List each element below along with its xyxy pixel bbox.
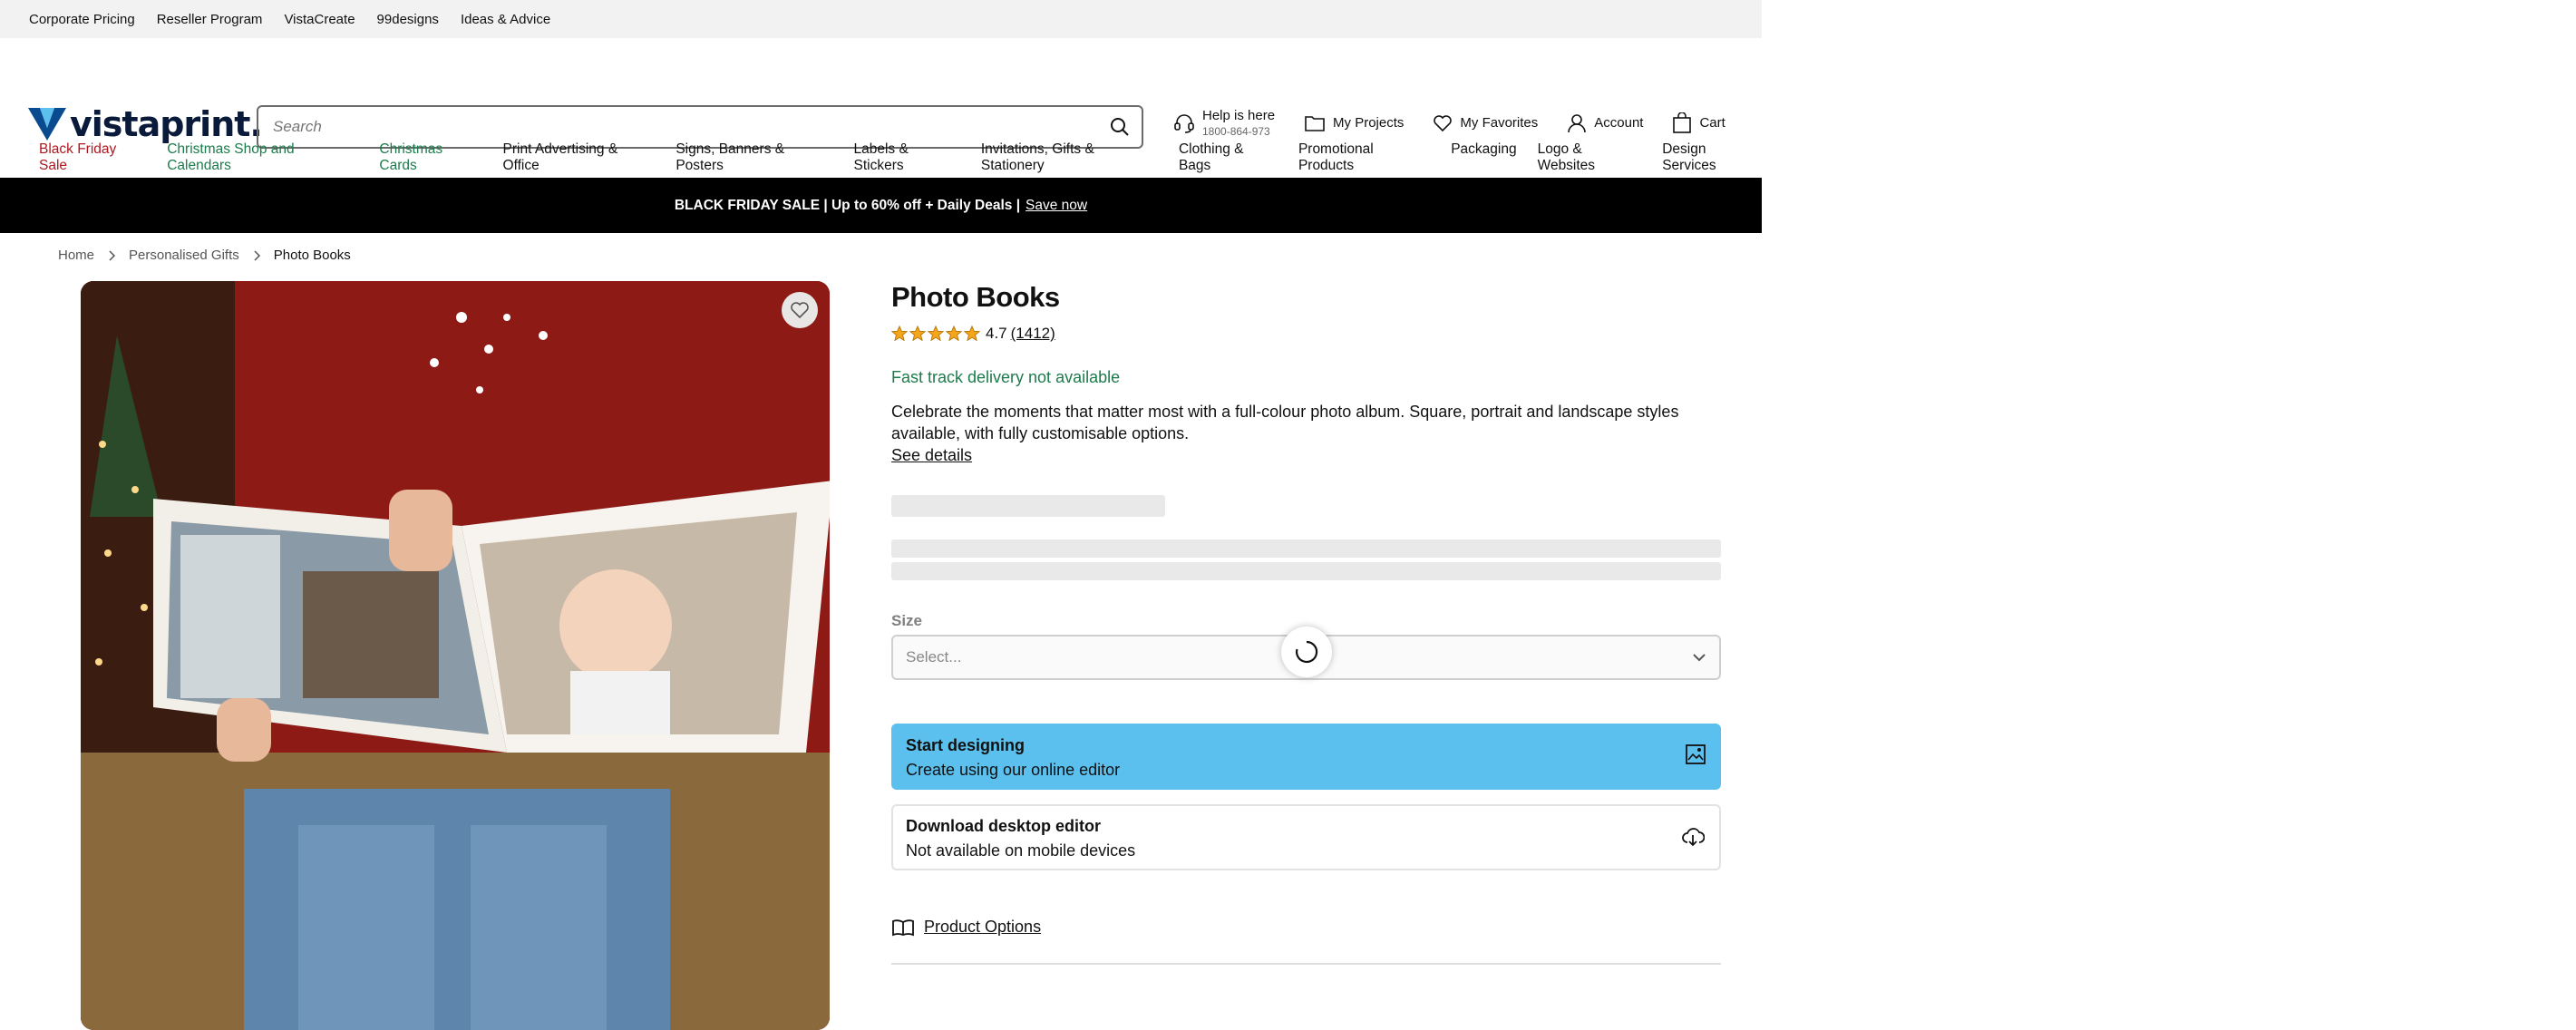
nav-item-clothing-bags[interactable]: Clothing & Bags	[1179, 141, 1278, 174]
help-label: Help is here	[1202, 108, 1276, 123]
nav-item-signs-banners[interactable]: Signs, Banners & Posters	[676, 141, 832, 174]
utility-link-99designs[interactable]: 99designs	[377, 12, 439, 27]
my-projects-link[interactable]: My Projects	[1304, 113, 1404, 133]
start-designing-subtitle: Create using our online editor	[906, 761, 1121, 779]
headset-icon	[1174, 113, 1194, 133]
my-projects-label: My Projects	[1333, 115, 1405, 131]
start-designing-title: Start designing	[906, 736, 1026, 754]
breadcrumb: Home Personalised Gifts Photo Books	[58, 248, 351, 263]
photo-book-illustration	[81, 281, 830, 1030]
account-icon	[1568, 113, 1587, 132]
vistaprint-logo-mark-icon	[28, 108, 66, 141]
star-icon	[891, 326, 908, 342]
add-to-favorites-button[interactable]	[782, 292, 818, 328]
image-edit-icon	[1686, 744, 1706, 764]
download-editor-title: Download desktop editor	[906, 817, 1102, 835]
loading-skeleton	[891, 539, 1721, 558]
nav-item-christmas-cards[interactable]: Christmas Cards	[379, 141, 481, 174]
chevron-right-icon	[254, 249, 260, 261]
nav-item-packaging[interactable]: Packaging	[1451, 141, 1516, 174]
nav-item-black-friday-sale[interactable]: Black Friday Sale	[39, 141, 146, 174]
delivery-status: Fast track delivery not available	[891, 368, 1121, 386]
promo-save-now-link[interactable]: Save now	[1026, 198, 1087, 214]
promo-banner: BLACK FRIDAY SALE | Up to 60% off + Dail…	[0, 178, 1762, 233]
chevron-right-icon	[109, 249, 116, 261]
heart-icon	[791, 302, 809, 319]
nav-item-christmas-shop[interactable]: Christmas Shop and Calendars	[167, 141, 358, 174]
nav-item-print-advertising[interactable]: Print Advertising & Office	[503, 141, 656, 174]
header-links: Help is here 1800-864-973 My Projects My…	[1173, 109, 1755, 137]
cloud-download-icon	[1682, 828, 1705, 847]
utility-bar: Corporate Pricing Reseller Program Vista…	[0, 0, 1762, 38]
shopping-bag-icon	[1673, 112, 1692, 133]
star-icon	[946, 326, 962, 342]
vistaprint-logo[interactable]: vistaprint.	[28, 104, 263, 144]
help-link[interactable]: Help is here 1800-864-973	[1173, 109, 1275, 137]
nav-item-invitations-gifts[interactable]: Invitations, Gifts & Stationery	[981, 141, 1158, 174]
main-nav: Black Friday Sale Christmas Shop and Cal…	[39, 141, 1762, 174]
spinner-icon	[1295, 640, 1318, 664]
loading-skeleton	[891, 562, 1721, 580]
help-phone: 1800-864-973	[1202, 125, 1270, 138]
product-rating: 4.7 (1412)	[891, 325, 1055, 343]
book-icon	[892, 918, 914, 936]
breadcrumb-personalised-gifts[interactable]: Personalised Gifts	[129, 248, 239, 263]
account-label: Account	[1594, 115, 1644, 131]
header: vistaprint. Help is here	[0, 38, 1762, 149]
size-select-value: Select...	[906, 648, 962, 666]
see-details-link[interactable]: See details	[891, 446, 972, 465]
my-favorites-label: My Favorites	[1460, 115, 1539, 131]
product-image[interactable]	[81, 281, 830, 1030]
star-rating	[891, 326, 980, 342]
cart-label: Cart	[1699, 115, 1725, 131]
breadcrumb-current: Photo Books	[273, 248, 351, 263]
utility-link-ideas-advice[interactable]: Ideas & Advice	[461, 12, 550, 27]
download-desktop-editor-button[interactable]: Download desktop editor Not available on…	[891, 804, 1721, 870]
start-designing-button[interactable]: Start designing Create using our online …	[891, 724, 1721, 790]
product-title: Photo Books	[891, 281, 1060, 313]
star-icon	[909, 326, 926, 342]
product-description: Celebrate the moments that matter most w…	[891, 403, 1679, 442]
utility-link-reseller-program[interactable]: Reseller Program	[157, 12, 263, 27]
product-options-link[interactable]: Product Options	[891, 918, 1041, 937]
star-icon	[928, 326, 944, 342]
help-text: Help is here 1800-864-973	[1202, 109, 1275, 137]
rating-value: 4.7	[986, 325, 1007, 342]
star-icon	[964, 326, 980, 342]
review-count-link[interactable]: (1412)	[1011, 325, 1055, 343]
logo-text: vistaprint.	[70, 104, 263, 144]
promo-text: BLACK FRIDAY SALE | Up to 60% off + Dail…	[674, 197, 1021, 213]
my-favorites-link[interactable]: My Favorites	[1433, 114, 1538, 132]
nav-item-logo-websites[interactable]: Logo & Websites	[1538, 141, 1642, 174]
utility-link-corporate-pricing[interactable]: Corporate Pricing	[29, 12, 135, 27]
product-options-label: Product Options	[924, 918, 1042, 936]
divider	[891, 963, 1721, 965]
nav-item-design-services[interactable]: Design Services	[1662, 141, 1762, 174]
search-icon	[1111, 118, 1129, 136]
heart-icon	[1434, 114, 1453, 131]
folder-icon	[1305, 115, 1325, 131]
download-editor-subtitle: Not available on mobile devices	[906, 841, 1136, 860]
loading-skeleton	[891, 495, 1165, 517]
size-label: Size	[891, 612, 923, 629]
account-link[interactable]: Account	[1567, 113, 1643, 133]
nav-item-labels-stickers[interactable]: Labels & Stickers	[853, 141, 959, 174]
cart-link[interactable]: Cart	[1672, 112, 1725, 134]
utility-link-vistacreate[interactable]: VistaCreate	[284, 12, 355, 27]
nav-item-promotional-products[interactable]: Promotional Products	[1298, 141, 1430, 174]
breadcrumb-home[interactable]: Home	[58, 248, 94, 263]
page: Corporate Pricing Reseller Program Vista…	[0, 0, 1762, 1030]
chevron-down-icon	[1693, 654, 1706, 662]
loading-spinner	[1281, 627, 1332, 677]
